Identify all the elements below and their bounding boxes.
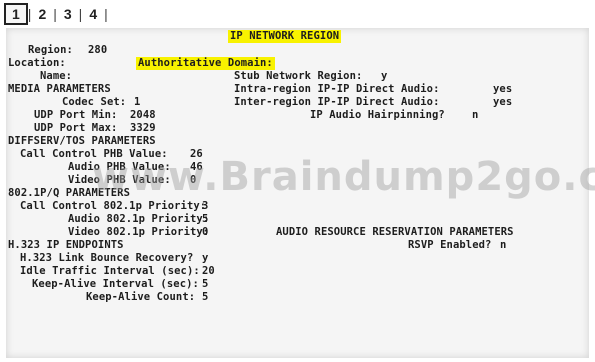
audio-phb-label: Audio PHB Value:	[68, 161, 171, 173]
h323-endpoints-heading: H.323 IP ENDPOINTS	[8, 239, 124, 251]
terminal-screen: IP NETWORK REGION Region: 280 Location: …	[6, 28, 589, 358]
call-control-8021p-label: Call Control 802.1p Priority:	[20, 200, 207, 212]
8021pq-parameters-heading: 802.1P/Q PARAMETERS	[8, 187, 131, 199]
name-field[interactable]	[78, 70, 218, 83]
udp-port-min-label: UDP Port Min:	[34, 109, 118, 121]
page-tab-4[interactable]: 4	[82, 4, 104, 24]
page-tab-1[interactable]: 1	[4, 3, 28, 25]
keep-alive-interval-label: Keep-Alive Interval (sec):	[32, 278, 199, 290]
location-field[interactable]	[68, 57, 128, 70]
authoritative-domain-label: Authoritative Domain:	[136, 57, 275, 70]
h323-link-bounce-label: H.323 Link Bounce Recovery?	[20, 252, 194, 264]
keep-alive-interval-field[interactable]: 5	[202, 278, 208, 291]
region-field[interactable]: 280	[88, 44, 107, 57]
media-parameters-heading: MEDIA PARAMETERS	[8, 83, 111, 95]
codec-set-field[interactable]: 1	[134, 96, 140, 109]
name-label: Name:	[40, 70, 73, 82]
location-label: Location:	[8, 57, 66, 69]
page-tab-2[interactable]: 2	[31, 4, 53, 24]
diffserv-parameters-heading: DIFFSERV/TOS PARAMETERS	[8, 135, 156, 147]
video-8021p-field[interactable]: 0	[202, 226, 208, 239]
udp-port-max-field[interactable]: 3329	[130, 122, 156, 135]
inter-region-direct-audio-field[interactable]: yes	[493, 96, 512, 109]
call-control-8021p-field[interactable]: 3	[202, 200, 208, 213]
video-phb-label: Video PHB Value:	[68, 174, 171, 186]
audio-phb-field[interactable]: 46	[190, 161, 203, 174]
video-8021p-label: Video 802.1p Priority:	[68, 226, 210, 238]
keep-alive-count-field[interactable]: 5	[202, 291, 208, 304]
ip-audio-hairpinning-label: IP Audio Hairpinning?	[310, 109, 445, 121]
rsvp-enabled-field[interactable]: n	[500, 239, 506, 252]
rsvp-enabled-label: RSVP Enabled?	[408, 239, 492, 251]
ip-audio-hairpinning-field[interactable]: n	[472, 109, 478, 122]
codec-set-label: Codec Set:	[62, 96, 127, 108]
idle-traffic-interval-field[interactable]: 20	[202, 265, 215, 278]
audio-8021p-field[interactable]: 5	[202, 213, 208, 226]
inter-region-direct-audio-label: Inter-region IP-IP Direct Audio:	[234, 96, 440, 108]
h323-link-bounce-field[interactable]: y	[202, 252, 208, 265]
screen-title: IP NETWORK REGION	[228, 30, 342, 43]
idle-traffic-interval-label: Idle Traffic Interval (sec):	[20, 265, 200, 277]
intra-region-direct-audio-label: Intra-region IP-IP Direct Audio:	[234, 83, 440, 95]
keep-alive-count-label: Keep-Alive Count:	[86, 291, 196, 303]
page-tab-bar: 1 | 2 | 3 | 4 |	[4, 3, 108, 25]
audio-resource-reservation-heading: AUDIO RESOURCE RESERVATION PARAMETERS	[276, 226, 514, 238]
audio-8021p-label: Audio 802.1p Priority:	[68, 213, 210, 225]
stub-network-region-field[interactable]: y	[381, 70, 387, 83]
call-control-phb-label: Call Control PHB Value:	[20, 148, 168, 160]
video-phb-field[interactable]: 0	[190, 174, 196, 187]
region-label: Region:	[28, 44, 73, 56]
page-tab-3[interactable]: 3	[57, 4, 79, 24]
udp-port-max-label: UDP Port Max:	[34, 122, 118, 134]
intra-region-direct-audio-field[interactable]: yes	[493, 83, 512, 96]
stub-network-region-label: Stub Network Region:	[234, 70, 363, 82]
call-control-phb-field[interactable]: 26	[190, 148, 203, 161]
udp-port-min-field[interactable]: 2048	[130, 109, 156, 122]
tab-separator: |	[104, 6, 108, 22]
